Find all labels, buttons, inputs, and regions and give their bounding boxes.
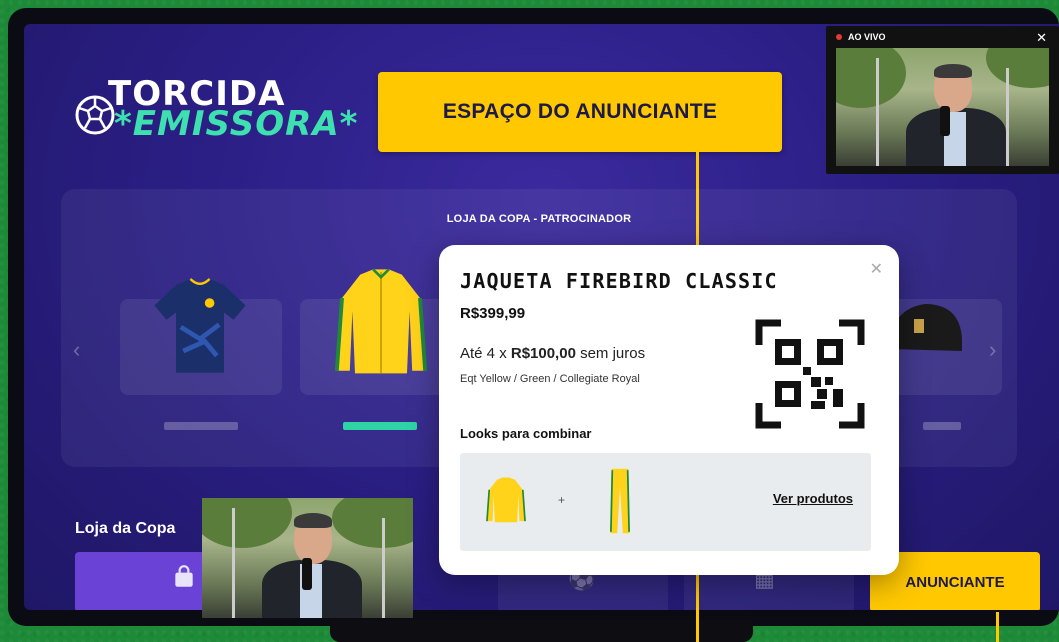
qr-code-icon[interactable] <box>755 319 865 429</box>
installments-value: R$100,00 <box>510 345 576 362</box>
card-indicator <box>164 422 238 430</box>
tree <box>836 48 906 108</box>
pole <box>232 508 235 618</box>
modal-connector-line <box>696 575 699 642</box>
product-price: R$399,99 <box>460 305 526 322</box>
live-video-pip[interactable]: AO VIVO ✕ <box>826 26 1059 174</box>
advertiser-banner[interactable]: ESPAÇO DO ANUNCIANTE <box>378 72 782 152</box>
advertiser-connector-line <box>996 612 999 642</box>
pants-icon[interactable] <box>606 463 634 539</box>
card-indicator-active <box>343 422 417 430</box>
pole <box>382 518 385 618</box>
store-title: LOJA DA COPA - PATROCINADOR <box>446 213 632 225</box>
reporter-video-frame <box>202 498 413 618</box>
reporter-video-pip[interactable] <box>202 498 413 618</box>
close-icon[interactable]: ✕ <box>870 259 883 279</box>
jacket-icon[interactable] <box>478 463 534 539</box>
tree <box>986 48 1049 88</box>
live-header: AO VIVO <box>826 26 1059 48</box>
product-color: Eqt Yellow / Green / Collegiate Royal <box>460 373 640 385</box>
product-card-jacket[interactable] <box>300 268 462 395</box>
store-tile[interactable] <box>75 552 205 610</box>
installments-prefix: Até 4 x <box>460 345 511 362</box>
tree <box>202 498 292 548</box>
live-dot-icon <box>836 34 842 40</box>
logo-text-bottom: *EMISSORA* <box>114 104 359 144</box>
jacket-icon <box>334 268 428 374</box>
live-label: AO VIVO <box>848 32 886 42</box>
reporter-hair <box>294 513 332 528</box>
looks-suggestion: + Ver produtos <box>460 453 871 551</box>
microphone <box>940 106 950 136</box>
pole <box>876 58 879 166</box>
tree <box>332 498 413 548</box>
carousel-prev-icon[interactable]: ‹ <box>73 337 80 363</box>
plus-sign: + <box>558 493 566 507</box>
installments-text: Até 4 x R$100,00 sem juros <box>460 345 645 362</box>
product-detail-modal: JAQUETA FIREBIRD CLASSIC ✕ R$399,99 Até … <box>439 245 899 575</box>
card-indicator <box>923 422 961 430</box>
product-title: JAQUETA FIREBIRD CLASSIC <box>460 269 778 293</box>
see-products-link[interactable]: Ver produtos <box>773 491 853 506</box>
reporter-hair <box>934 64 972 78</box>
shopping-bag-icon <box>175 565 193 587</box>
pole <box>1006 68 1009 166</box>
product-card-jersey[interactable] <box>120 278 282 395</box>
section-label: Loja da Copa <box>75 520 176 537</box>
tv-stand <box>330 620 753 642</box>
jersey-icon <box>154 278 246 373</box>
looks-label: Looks para combinar <box>460 426 592 441</box>
live-video-frame <box>836 48 1049 166</box>
brand-logo: TORCIDA *EMISSORA* <box>74 74 357 144</box>
close-icon[interactable]: ✕ <box>1036 30 1047 46</box>
installments-suffix: sem juros <box>575 345 646 362</box>
microphone <box>302 558 312 590</box>
